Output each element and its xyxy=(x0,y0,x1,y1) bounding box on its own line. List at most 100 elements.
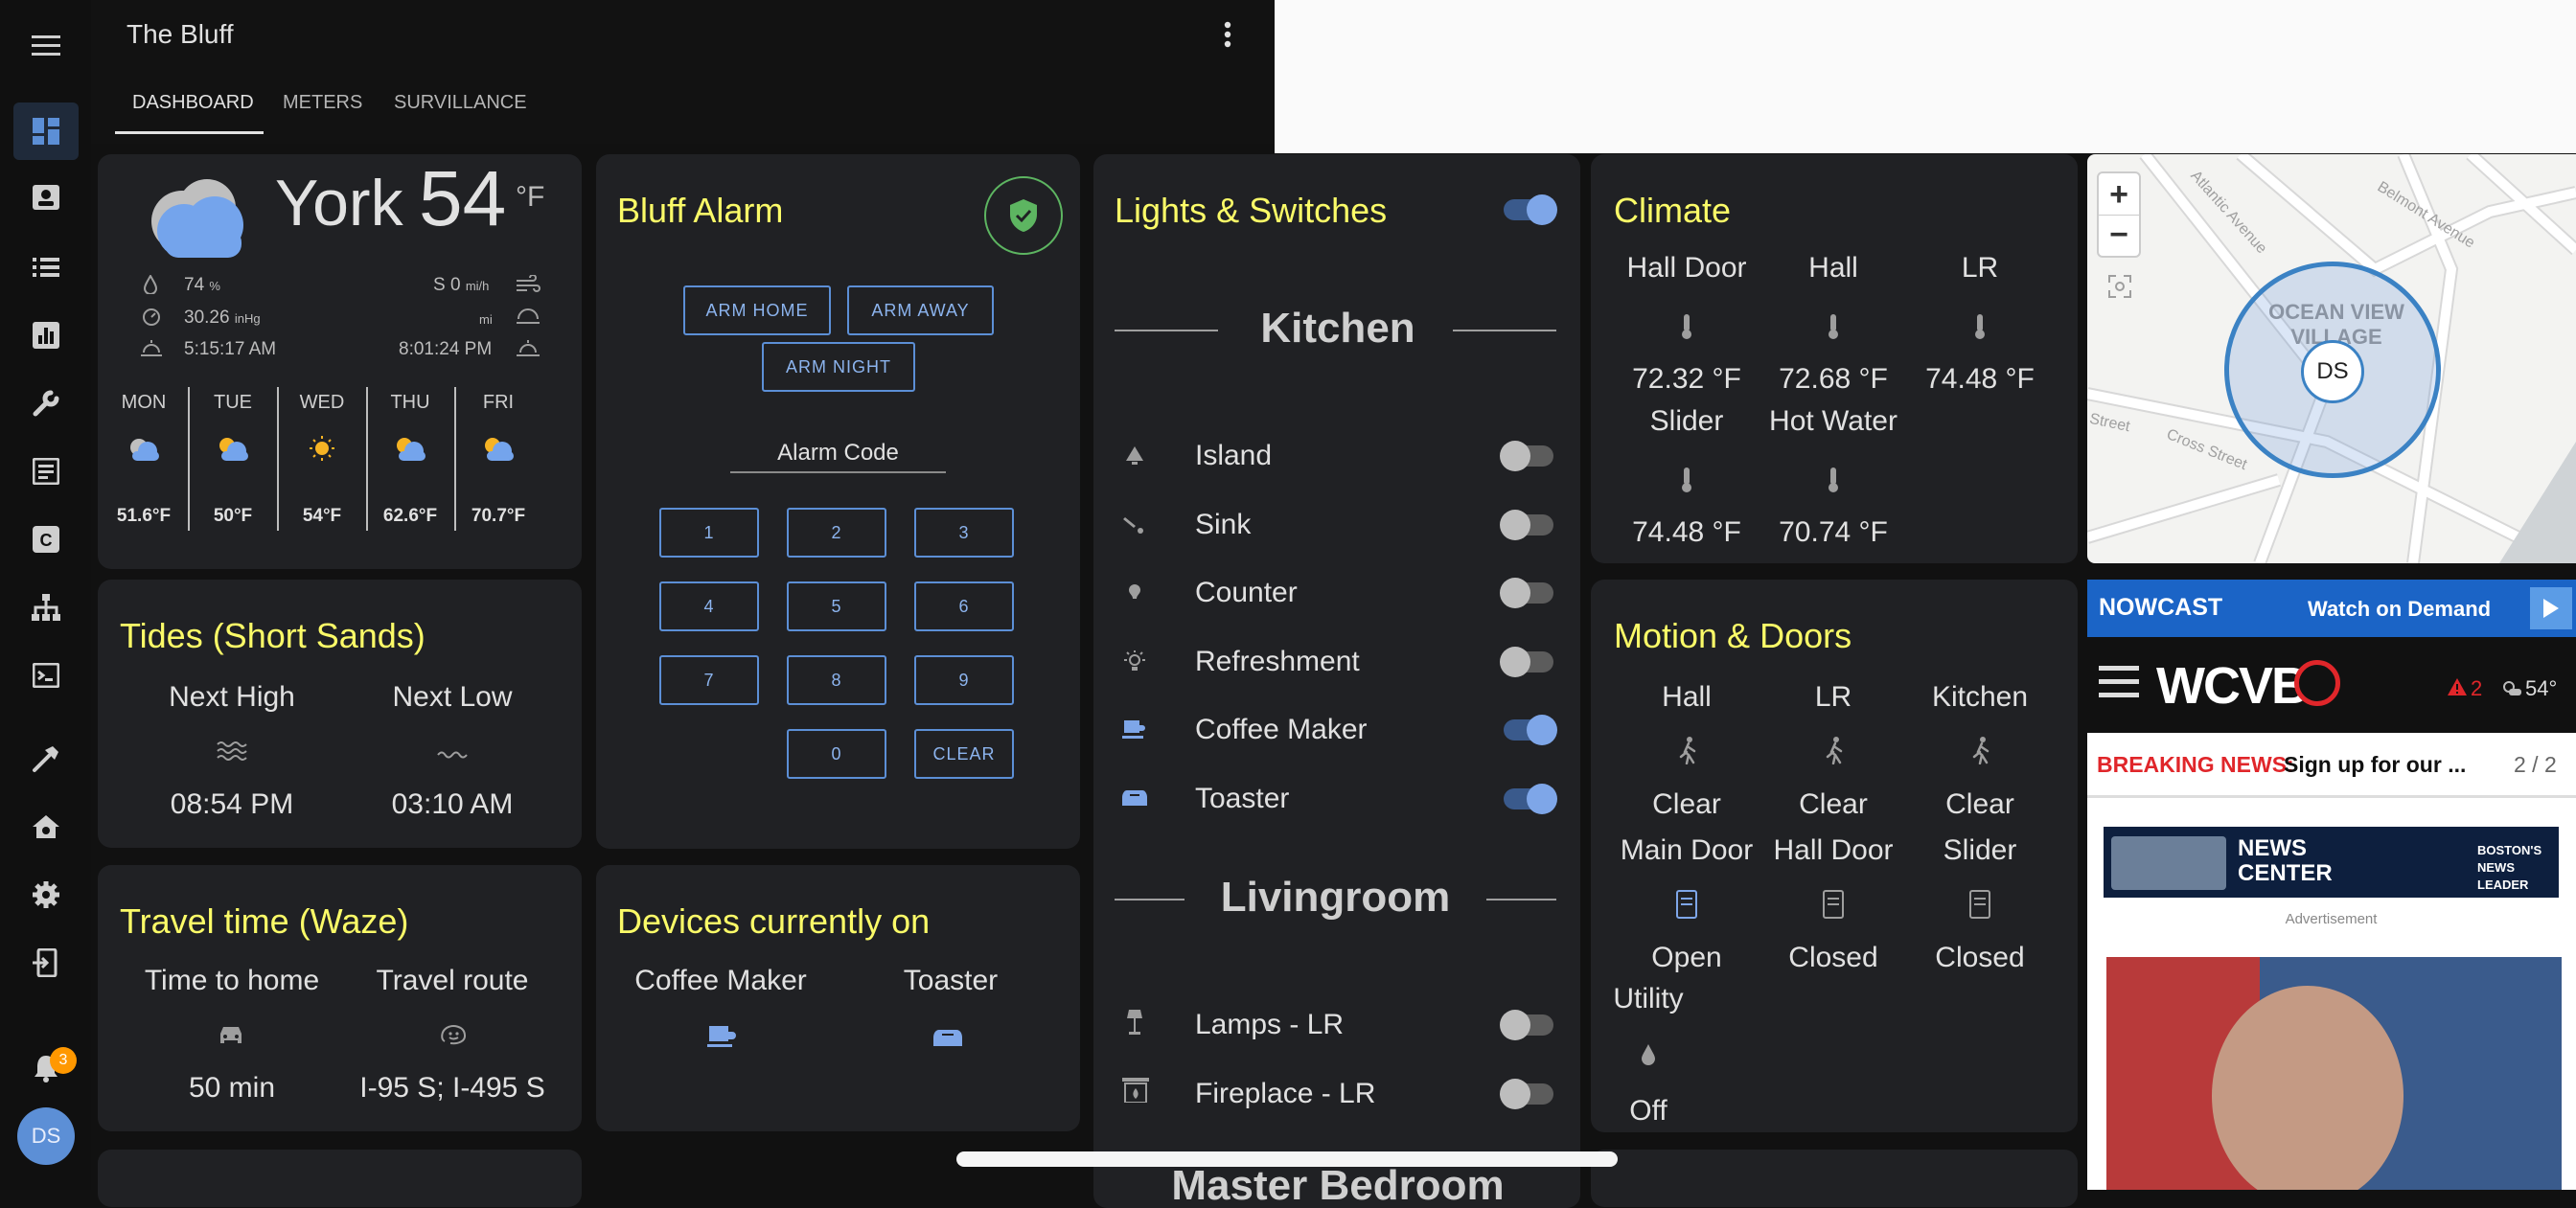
news-photo[interactable] xyxy=(2106,957,2562,1190)
keypad-key-0[interactable]: 0 xyxy=(787,729,886,779)
alarm-code-input[interactable] xyxy=(730,471,946,473)
cloudy-icon xyxy=(136,168,255,268)
news-logo[interactable]: WCVB xyxy=(2156,656,2309,716)
map-marker[interactable]: DS xyxy=(2301,340,2364,403)
notifications-bell-icon[interactable]: 3 xyxy=(13,1039,79,1097)
fit-bounds-icon[interactable] xyxy=(2108,275,2131,303)
dashboard-icon[interactable] xyxy=(13,103,79,160)
forecast-day: TUE xyxy=(214,392,252,413)
tab-dashboard[interactable]: DASHBOARD xyxy=(132,92,254,114)
light-toggle-lamps-lr[interactable] xyxy=(1500,1010,1553,1040)
more-vert-icon[interactable] xyxy=(1224,21,1231,53)
forecast-divider xyxy=(277,387,279,531)
light-toggle-toaster[interactable] xyxy=(1504,784,1557,814)
news-widget[interactable]: NOWCAST Watch on Demand WCVB 2 54° BREAK… xyxy=(2087,580,2576,1190)
light-toggle-island[interactable] xyxy=(1500,441,1553,471)
light-toggle-fireplace-lr[interactable] xyxy=(1500,1079,1553,1109)
ad-tagline: BOSTON'S NEWS LEADER xyxy=(2477,843,2542,892)
home-gear-icon[interactable] xyxy=(13,798,79,855)
keypad-key-5[interactable]: 5 xyxy=(787,581,886,631)
news-temp: 54° xyxy=(2525,676,2558,700)
motion-doors-card[interactable]: Motion & Doors Hall Clear LR Clear Kitchen Cl… xyxy=(1591,580,2078,1132)
forecast-day: MON xyxy=(121,392,167,413)
keypad-key-3[interactable]: 3 xyxy=(914,508,1014,558)
alarm-card[interactable]: Bluff Alarm ARM HOME ARM AWAY ARM NIGHT … xyxy=(596,154,1080,849)
weather-city: York xyxy=(275,167,403,239)
logout-icon[interactable] xyxy=(13,934,79,991)
keypad-key-clear[interactable]: CLEAR xyxy=(914,729,1014,779)
settings-gear-icon[interactable] xyxy=(13,866,79,923)
map-card[interactable]: Atlantic Avenue Belmont Avenue Street Cr… xyxy=(2087,154,2576,563)
user-avatar[interactable]: DS xyxy=(17,1107,75,1165)
console-icon[interactable] xyxy=(13,647,79,704)
coffee-maker-icon xyxy=(1122,718,1147,745)
shield-check-icon xyxy=(1010,199,1037,232)
c-box-icon[interactable]: C xyxy=(13,511,79,568)
lights-master-toggle[interactable] xyxy=(1504,194,1557,225)
light-toggle-refreshment[interactable] xyxy=(1500,647,1553,677)
master-bedroom-header: Master Bedroom xyxy=(1171,1162,1505,1208)
ad-title: NEWS CENTER xyxy=(2238,835,2333,886)
light-label: Counter xyxy=(1195,577,1298,608)
alarm-status-badge[interactable] xyxy=(984,176,1063,255)
chart-box-icon[interactable] xyxy=(13,307,79,364)
light-toggle-counter[interactable] xyxy=(1500,578,1553,608)
arm-away-button[interactable]: ARM AWAY xyxy=(847,285,994,335)
devices-card[interactable]: Devices currently on Coffee Maker Toaste… xyxy=(596,865,1080,1131)
zoom-controls: + − xyxy=(2097,171,2141,258)
keypad-key-8[interactable]: 8 xyxy=(787,655,886,705)
hamburger-icon[interactable] xyxy=(2099,666,2139,703)
logbook-icon[interactable] xyxy=(13,443,79,500)
nowcast-label: NOWCAST xyxy=(2099,594,2223,621)
zoom-out-button[interactable]: − xyxy=(2099,216,2139,254)
climate-sensor-name: Hot Water xyxy=(1769,405,1898,437)
keypad-key-4[interactable]: 4 xyxy=(659,581,759,631)
travel-title: Travel time (Waze) xyxy=(120,901,409,941)
arm-night-button[interactable]: ARM NIGHT xyxy=(762,342,915,392)
keypad-key-2[interactable]: 2 xyxy=(787,508,886,558)
forecast-day: WED xyxy=(299,392,345,413)
sitemap-icon[interactable] xyxy=(13,579,79,636)
breaking-news-bar[interactable]: BREAKING NEWS: Sign up for our ... 2 / 2 xyxy=(2087,733,2576,798)
keypad-key-6[interactable]: 6 xyxy=(914,581,1014,631)
top-app-bar: The Bluff DASHBOARD METERS SURVILLANCE xyxy=(91,0,1275,144)
zoom-in-button[interactable]: + xyxy=(2099,175,2139,214)
divider xyxy=(1486,899,1556,900)
list-icon[interactable] xyxy=(13,239,79,296)
ad-anchors-image xyxy=(2111,836,2226,890)
door-icon xyxy=(1823,890,1844,923)
home-indicator[interactable] xyxy=(956,1151,1618,1167)
light-toggle-coffee-maker[interactable] xyxy=(1504,715,1557,745)
keypad-key-7[interactable]: 7 xyxy=(659,655,759,705)
menu-icon[interactable] xyxy=(13,16,79,74)
forecast-divider xyxy=(188,387,190,531)
tab-meters[interactable]: METERS xyxy=(283,92,362,114)
play-icon[interactable] xyxy=(2530,587,2572,629)
thermometer-icon xyxy=(1680,467,1693,498)
arm-home-button[interactable]: ARM HOME xyxy=(683,285,831,335)
time-to-home-value: 50 min xyxy=(188,1072,276,1104)
wave-low-icon xyxy=(437,746,468,764)
climate-sensor-name: LR xyxy=(1961,252,1999,284)
weather-unit: °F xyxy=(516,181,545,213)
weather-card[interactable]: York 54 °F 74 % 30.26 inHg 5:15:17 AM S … xyxy=(98,154,582,569)
keypad-key-1[interactable]: 1 xyxy=(659,508,759,558)
nowcast-bar: NOWCAST Watch on Demand xyxy=(2087,580,2576,637)
advertisement-banner[interactable]: NEWS CENTER BOSTON'S NEWS LEADER xyxy=(2104,827,2559,898)
wind-icon xyxy=(516,274,540,299)
watch-on-demand-link[interactable]: Watch on Demand xyxy=(2308,597,2491,622)
notification-badge: 3 xyxy=(50,1047,77,1074)
tides-card[interactable]: Tides (Short Sands) Next High Next Low 0… xyxy=(98,580,582,848)
hammer-icon[interactable] xyxy=(13,730,79,787)
keypad-key-9[interactable]: 9 xyxy=(914,655,1014,705)
alert-icon[interactable] xyxy=(2447,677,2468,701)
lights-card[interactable]: Lights & Switches Kitchen Island Sink Coun… xyxy=(1093,154,1580,1208)
kitchen-header: Kitchen xyxy=(1260,305,1415,352)
contact-card-icon[interactable] xyxy=(13,171,79,228)
travel-card[interactable]: Travel time (Waze) Time to home Travel r… xyxy=(98,865,582,1131)
waves-icon xyxy=(217,741,247,766)
tab-survillance[interactable]: SURVILLANCE xyxy=(394,92,527,114)
climate-card[interactable]: Climate Hall Door 72.32 °F Hall 72.68 °F LR 7… xyxy=(1591,154,2078,563)
light-toggle-sink[interactable] xyxy=(1500,510,1553,540)
wrench-icon[interactable] xyxy=(13,375,79,432)
